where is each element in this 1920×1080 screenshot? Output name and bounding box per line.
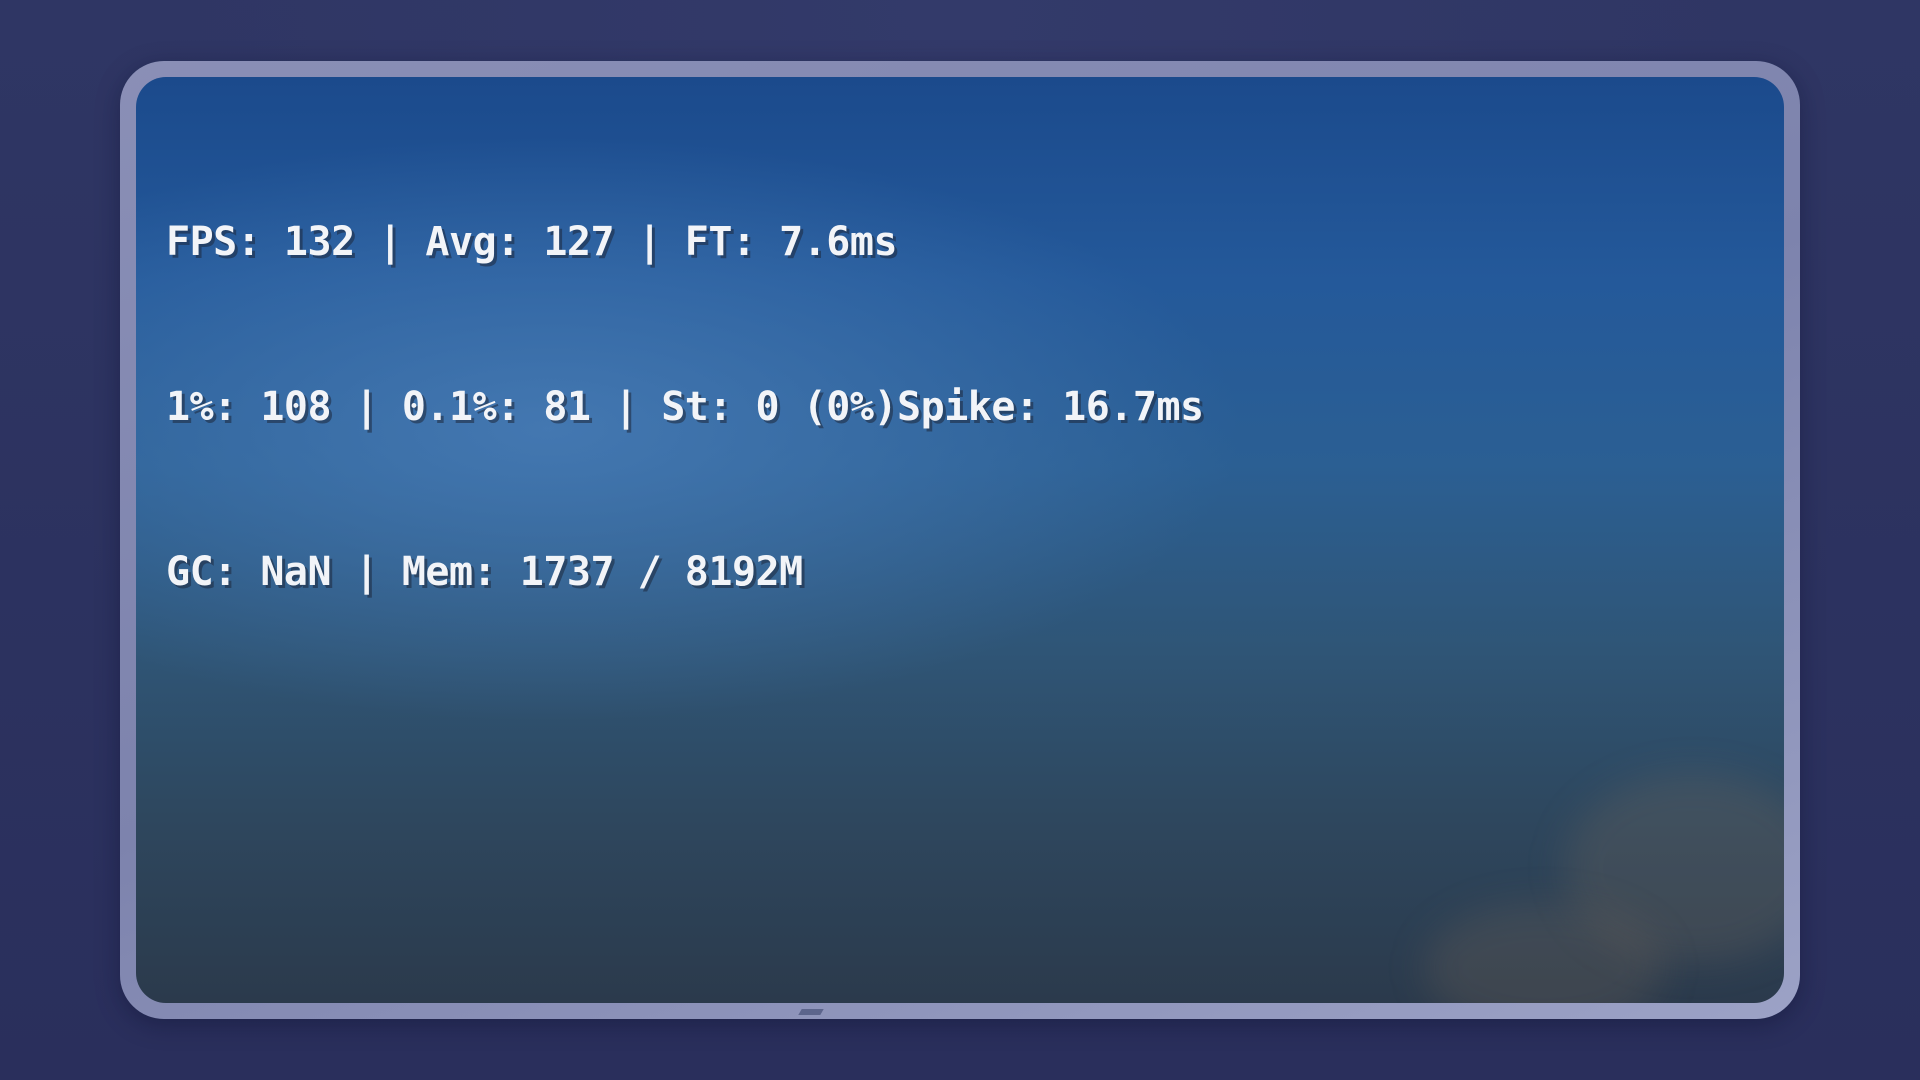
frame-notch xyxy=(798,1009,824,1015)
game-window-frame: FPS: 132 | Avg: 127 | FT: 7.6ms 1%: 108 … xyxy=(120,61,1800,1019)
memory-stats-line: GC: NaN | Mem: 1737 / 8192M xyxy=(166,549,803,595)
fps-stats-line: FPS: 132 | Avg: 127 | FT: 7.6ms xyxy=(166,219,898,265)
performance-overlay: FPS: 132 | Avg: 127 | FT: 7.6ms 1%: 108 … xyxy=(166,105,1204,710)
percentile-stats-line: 1%: 108 | 0.1%: 81 | St: 0 (0%)Spike: 16… xyxy=(166,384,1204,430)
game-viewport[interactable]: FPS: 132 | Avg: 127 | FT: 7.6ms 1%: 108 … xyxy=(136,77,1784,1003)
